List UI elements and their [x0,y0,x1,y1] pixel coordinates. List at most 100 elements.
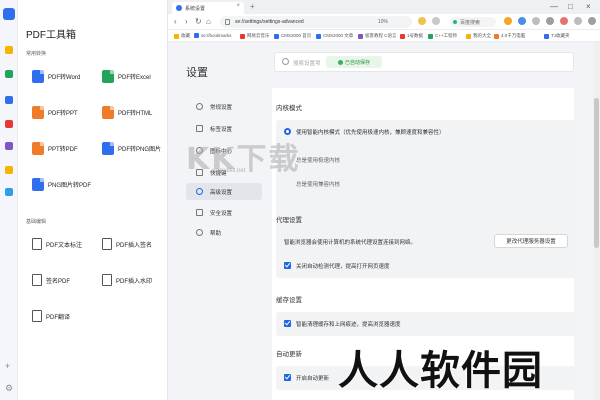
checkbox-disable-proxy-detect[interactable] [284,262,291,269]
bookmark-icon [240,33,245,39]
tool-png-to-pdf[interactable]: PNG图片转PDF [32,170,112,198]
sidebar-item-general[interactable]: 常规设置 [186,98,262,115]
tool-pdf-to-png[interactable]: PDF转PNG图片 [102,134,164,162]
sidebar-item-advanced[interactable]: 高级设置 [186,183,262,200]
tool-label: 签名PDF [46,278,71,285]
cloud-icon[interactable] [5,188,13,196]
bookmark-item[interactable]: 1号数据 [400,33,423,39]
page-scrollbar[interactable] [593,42,600,400]
settings-search-input[interactable]: 搜索设置项 [274,52,574,72]
bookmark-item[interactable]: se://bookmarks [194,33,232,38]
forward-icon[interactable]: › [185,17,188,27]
extension-icon[interactable] [418,17,426,25]
url-field[interactable]: se://settings/settings-advanced 10% [220,16,412,28]
checkbox-auto-update[interactable] [284,374,291,381]
history-icon[interactable] [532,17,540,25]
minimize-icon[interactable]: — [550,2,558,12]
apps-icon[interactable] [546,17,554,25]
add-icon[interactable]: + [5,362,10,371]
bookmark-label: CMS2000 首页 [281,33,312,38]
checkbox-disable-proxy-detect-label: 关闭自动检测代理，提高打开网页速度 [296,264,390,270]
bookmark-label: 我的大全 [473,33,491,38]
tool-pdf-insert-signature[interactable]: PDF插入签名 [102,230,164,258]
bookmark-item[interactable]: C++工程师 [428,33,457,39]
new-tab-button[interactable]: + [250,2,255,11]
settings-menu-icon[interactable] [574,17,582,25]
tool-label: PDF翻译 [46,314,71,321]
tool-pdf-to-ppt[interactable]: PDF转PPT [32,98,94,126]
pdf-icon[interactable] [5,120,13,128]
tool-pdf-annotate[interactable]: PDF文本标注 [32,230,94,258]
checkbox-smart-clean-label: 智能清理缓存和上网痕迹，提高浏览器速度 [296,322,401,328]
excel-icon [102,69,114,83]
proxy-card: 智能浏览器会使用计算机的系统代理设置连接到网络。 更改代理服务器设置 关闭自动检… [276,230,576,278]
zoom-level[interactable]: 10% [378,19,388,25]
bookmark-label: 收藏 [181,33,190,38]
bookmark-label: CMS2000 文章 [323,33,354,38]
signature-icon [102,238,112,250]
url-text: se://settings/settings-advanced [235,19,304,25]
back-icon[interactable]: ‹ [174,17,177,27]
tab-bar: 系统设置 × + — □ × [168,0,600,14]
edit-icon[interactable] [5,142,13,150]
home-icon[interactable]: ⌂ [206,17,211,27]
bookmark-item[interactable]: CMS2000 文章 [316,33,353,39]
bookmark-item[interactable]: TJ收藏夹 [544,33,570,39]
gear-icon[interactable]: ⚙ [5,384,13,393]
bookmark-icon [428,33,433,39]
bookmark-item[interactable]: 收藏 [174,33,190,39]
refresh-icon[interactable]: ↻ [195,17,202,27]
tool-pdf-translate[interactable]: PDF翻译 [32,302,94,330]
bookmark-item[interactable]: CMS2000 首页 [274,33,311,39]
search-box[interactable]: 百度搜索 [450,17,496,27]
radio-compat-kernel-label[interactable]: 总是使用兼容内核 [296,180,340,188]
download-icon[interactable] [518,17,526,25]
section-convert-label: 常用转换 [26,51,47,57]
menu-icon[interactable] [432,17,440,25]
pdf-file-icon [32,141,44,155]
tool-label: PDF插入水印 [116,278,153,285]
tool-pdf-to-html[interactable]: PDF转HTML [102,98,164,126]
folder-icon[interactable] [5,46,13,54]
proxy-heading: 代理设置 [276,217,302,224]
change-proxy-button[interactable]: 更改代理服务器设置 [494,234,568,248]
search-text: 百度搜索 [460,20,481,26]
checkbox-smart-clean[interactable] [284,320,291,327]
tool-ppt-to-pdf[interactable]: PPT转PDF [32,134,94,162]
bookmark-label: TJ收藏夹 [551,33,570,38]
bookmark-item[interactable]: 网易云音乐 [240,33,270,39]
close-window-icon[interactable]: × [586,2,591,12]
sidebar-item-security[interactable]: 安全设置 [186,204,262,221]
sidebar-item-label: 帮助 [210,230,222,237]
tool-pdf-to-word[interactable]: PDF转Word [32,62,94,90]
app-logo [3,8,15,20]
maximize-icon[interactable]: □ [568,2,573,12]
cache-card: 智能清理缓存和上网痕迹，提高浏览器速度 [276,312,576,336]
tool-pdf-watermark[interactable]: PDF插入水印 [102,266,164,294]
tab-settings[interactable]: 系统设置 × [172,2,244,14]
user-icon[interactable] [504,17,512,25]
tool-sign-pdf[interactable]: 签名PDF [32,266,94,294]
tab-icon [196,125,203,132]
bookmark-icon [274,33,279,39]
star-icon[interactable] [5,166,13,174]
ppt-icon [32,105,44,119]
tool-label: PDF转PPT [48,110,78,117]
notification-icon[interactable] [560,17,568,25]
check-icon [337,59,343,65]
scrollbar-thumb[interactable] [594,98,599,248]
search-placeholder: 搜索设置项 [293,61,321,67]
more-icon[interactable] [588,17,596,25]
bookmark-item[interactable]: 4.0千万电脑 [494,33,525,39]
sidebar-item-help[interactable]: 帮助 [186,224,262,241]
bookmark-item[interactable]: 我的大全 [466,33,491,39]
image-icon [102,141,114,155]
bookmark-label: 极客教程 C语言 [365,33,397,38]
tool-pdf-to-excel[interactable]: PDF转Excel [102,62,164,90]
tab-close-icon[interactable]: × [236,3,240,9]
document-icon[interactable] [5,96,13,104]
kernel-mode-card: 使用智能内核模式（优先使用极速内核，兼顾速度和兼容性） 总是使用极速内核 总是使… [276,120,576,240]
bookmark-item[interactable]: 极客教程 C语言 [358,33,397,39]
tools-icon[interactable] [5,70,13,78]
radio-fast-kernel-label[interactable]: 总是使用极速内核 [296,156,340,164]
